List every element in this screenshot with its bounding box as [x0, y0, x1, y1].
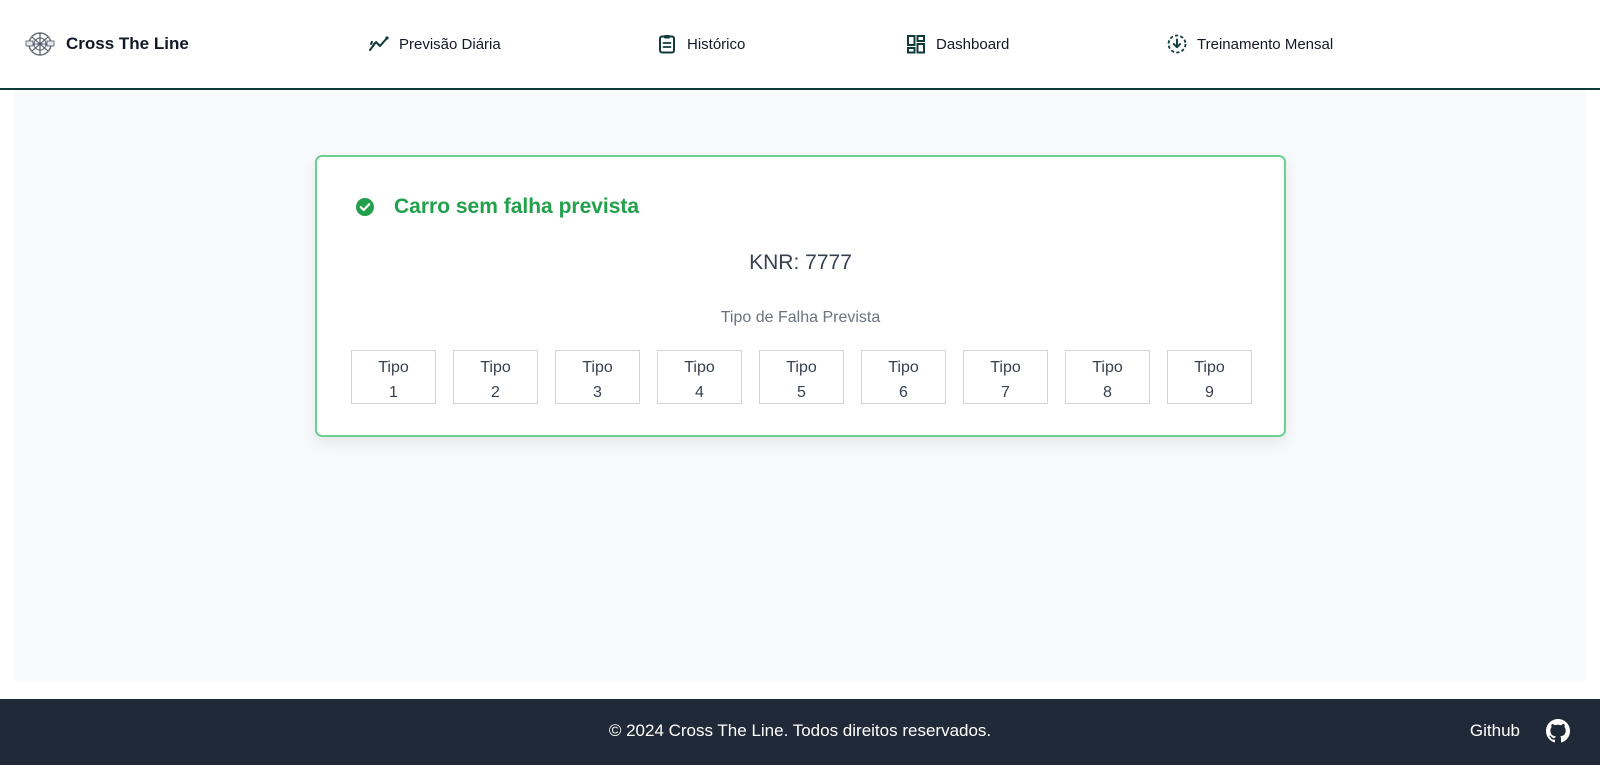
- failure-type-item: Tipo 2: [453, 350, 538, 404]
- failure-type-list: Tipo 1 Tipo 2 Tipo 3 Tipo 4 Tipo 5 Tipo 6 Tipo…: [351, 350, 1252, 404]
- failure-type-number: 4: [695, 384, 704, 401]
- failure-type-number: 7: [1001, 384, 1010, 401]
- failure-type-word: Tipo: [684, 359, 715, 376]
- failure-type-number: 9: [1205, 384, 1214, 401]
- failure-type-number: 2: [491, 384, 500, 401]
- failure-type-item: Tipo 1: [351, 350, 436, 404]
- nav-item-historico[interactable]: Histórico: [656, 33, 745, 55]
- github-label: Github: [1469, 721, 1520, 740]
- github-icon: [1546, 719, 1570, 743]
- failure-type-item: Tipo 9: [1167, 350, 1252, 404]
- knr-label: KNR:: [749, 251, 800, 274]
- failure-type-number: 5: [797, 384, 806, 401]
- nav-label: Previsão Diária: [399, 35, 501, 53]
- failure-type-title: Tipo de Falha Prevista: [720, 309, 881, 326]
- failure-type-item: Tipo 8: [1065, 350, 1150, 404]
- clipboard-icon: [659, 35, 675, 54]
- failure-type-word: Tipo: [582, 359, 613, 376]
- brand[interactable]: Cross The Line: [24, 28, 189, 60]
- failure-type-word: Tipo: [888, 359, 919, 376]
- top-navbar: Cross The Line Previsão Diária Histórico…: [0, 0, 1600, 90]
- failure-type-item: Tipo 4: [657, 350, 742, 404]
- failure-type-number: 1: [389, 384, 398, 401]
- footer: © 2024 Cross The Line. Todos direitos re…: [0, 699, 1600, 765]
- trend-chart-icon: [369, 36, 389, 51]
- dashboard-icon: [907, 35, 925, 54]
- download-cycle-icon: [1167, 34, 1187, 54]
- nav-label: Dashboard: [936, 35, 1010, 53]
- nav-item-previsao-diaria[interactable]: Previsão Diária: [368, 33, 501, 55]
- failure-type-number: 8: [1103, 384, 1112, 401]
- prediction-result-card: Carro sem falha prevista KNR: 7777 Tipo …: [315, 155, 1286, 437]
- failure-type-item: Tipo 7: [963, 350, 1048, 404]
- main-content: Carro sem falha prevista KNR: 7777 Tipo …: [14, 92, 1586, 681]
- status-text: Carro sem falha prevista: [394, 195, 640, 218]
- failure-type-item: Tipo 3: [555, 350, 640, 404]
- copyright-text: © 2024 Cross The Line. Todos direitos re…: [608, 721, 992, 740]
- failure-type-word: Tipo: [378, 359, 409, 376]
- nav-label: Histórico: [687, 35, 746, 53]
- brand-name: Cross The Line: [66, 34, 189, 53]
- nav-item-dashboard[interactable]: Dashboard: [905, 33, 1009, 55]
- brand-logo-icon: [25, 32, 55, 56]
- failure-type-word: Tipo: [1194, 359, 1225, 376]
- failure-type-item: Tipo 6: [861, 350, 946, 404]
- check-circle-icon: [356, 198, 374, 216]
- failure-type-number: 6: [899, 384, 908, 401]
- failure-type-word: Tipo: [990, 359, 1021, 376]
- failure-type-word: Tipo: [1092, 359, 1123, 376]
- nav-item-treinamento-mensal[interactable]: Treinamento Mensal: [1166, 33, 1333, 55]
- failure-type-item: Tipo 5: [759, 350, 844, 404]
- prediction-status: Carro sem falha prevista: [355, 195, 639, 219]
- knr-value: 7777: [805, 251, 852, 274]
- failure-type-word: Tipo: [480, 359, 511, 376]
- knr-display: KNR: 7777: [317, 251, 1284, 275]
- nav-label: Treinamento Mensal: [1197, 35, 1334, 53]
- github-link[interactable]: Github: [1470, 719, 1570, 743]
- failure-type-word: Tipo: [786, 359, 817, 376]
- failure-type-number: 3: [593, 384, 602, 401]
